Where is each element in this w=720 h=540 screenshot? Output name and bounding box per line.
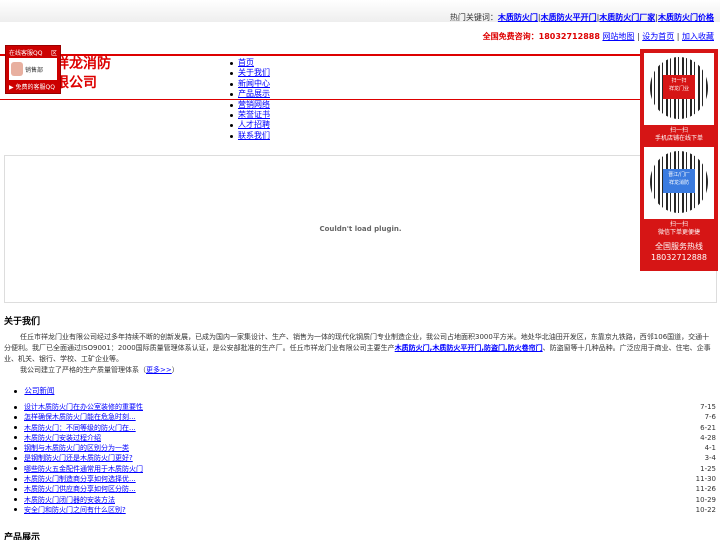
consult-phone: 18032712888 <box>538 32 600 41</box>
news-title-link[interactable]: 木质防火门：不同等级的防火门在... <box>14 423 136 433</box>
qr-center-label: 扫一扫 祥龙门业 <box>663 75 695 99</box>
qr-code-shop[interactable]: 扫一扫 祥龙门业 <box>644 53 714 125</box>
hotline-label: 全国服务热线 <box>655 242 703 251</box>
products-link[interactable]: 木质防火门,木质防火平开门,防盗门,防火卷帘门 <box>395 344 543 352</box>
news-date: 7-15 <box>700 403 716 411</box>
list-item: 木质防火门：不同等级的防火门在... 6-21 <box>14 423 718 433</box>
hot-keyword-link[interactable]: 木质防火平开门 <box>541 13 597 22</box>
news-heading-link[interactable]: 公司新闻 <box>24 386 54 395</box>
list-item: 怎样确保木质防火门能在危急时刻... 7-6 <box>14 412 718 422</box>
news-date: 11-26 <box>695 485 716 494</box>
avatar <box>11 62 23 76</box>
qr-center-label: 晋江/门厂 祥龙消防 <box>663 169 695 193</box>
qq-dept-label: 销售部 <box>25 66 44 74</box>
header-divider-bottom <box>0 99 640 100</box>
side-contact-panel: 扫一扫 祥龙门业 扫一扫 手机店铺在线下单 晋江/门厂 祥龙消防 扫一扫 微信下… <box>640 49 718 271</box>
nav-item-home[interactable]: 首页 <box>238 58 254 67</box>
news-title-link[interactable]: 哪些防火五金配件通常用于木质防火门 <box>14 464 143 474</box>
qq-footer[interactable]: ▶ 免费的客服QQ <box>6 80 60 93</box>
news-title-link[interactable]: 木质防火门制造商分享如何选择优... <box>14 474 136 484</box>
set-homepage-link[interactable]: 设为首页 <box>642 32 674 41</box>
list-item: 钢制与木质防火门的区别分为一类 4-1 <box>14 443 718 453</box>
qr1-caption-1: 扫一扫 <box>669 127 688 134</box>
qr-code-wechat[interactable]: 晋江/门厂 祥龙消防 <box>644 147 714 219</box>
qq-title: 在线客服QQ <box>9 50 43 57</box>
news-date: 11-30 <box>695 475 716 484</box>
nav-item-jobs[interactable]: 人才招聘 <box>238 120 270 129</box>
list-item: 木质防火门闭门器的安装方法 10-29 <box>14 495 718 505</box>
news-title-link[interactable]: 安全门和防火门之间有什么区别? <box>14 505 126 515</box>
news-title-link[interactable]: 木质防火门供应商分享如何区分防... <box>14 484 136 494</box>
plugin-message: Couldn't load plugin. <box>319 225 402 233</box>
nav-item-honors[interactable]: 荣誉证书 <box>238 110 270 119</box>
news-title-link[interactable]: 是钢制防火门还是木质防火门更好? <box>14 453 133 463</box>
qr2-caption-2: 微信下单更便捷 <box>657 229 700 236</box>
news-date: 4-28 <box>700 433 716 442</box>
nav-item-news[interactable]: 新闻中心 <box>238 79 270 88</box>
consult-label: 全国免费咨询： <box>482 32 539 41</box>
qr2-caption-1: 扫一扫 <box>669 221 688 228</box>
news-title-link[interactable]: 木质防火门闭门器的安装方法 <box>14 495 115 505</box>
news-date: 7-6 <box>704 413 716 422</box>
news-title-link[interactable]: 木质防火门安装过程介绍 <box>14 433 101 443</box>
nav-item-contact[interactable]: 联系我们 <box>238 131 270 140</box>
hot-keyword-link[interactable]: 木质防火门价格 <box>658 13 714 22</box>
plugin-placeholder: Couldn't load plugin. <box>4 155 717 303</box>
nav-item-about[interactable]: 关于我们 <box>238 68 270 77</box>
news-date: 4-1 <box>704 444 716 453</box>
news-title-link[interactable]: 怎样确保木质防火门能在危急时刻... <box>14 412 136 422</box>
products-heading: 产品展示 <box>4 533 41 540</box>
company-logo[interactable]: 祥龙消防 限公司 <box>55 55 111 93</box>
qq-sales-entry[interactable]: 销售部 <box>9 58 57 80</box>
hot-keyword-link[interactable]: 木质防火门厂家 <box>599 13 655 22</box>
hot-keyword-link[interactable]: 木质防火门 <box>498 13 538 22</box>
about-more-line: 我公司建立了严格的生产质量管理体系（更多>>） <box>20 366 179 374</box>
news-date: 3-4 <box>704 454 716 463</box>
hotline-phone: 18032712888 <box>651 253 707 262</box>
add-favorite-link[interactable]: 加入收藏 <box>682 32 714 41</box>
nav-item-network[interactable]: 营销网络 <box>238 100 270 109</box>
more-link[interactable]: 更多>> <box>146 366 172 374</box>
about-text: 任丘市祥龙门业有限公司经过多年持续不断的创新发展，已成为国内一家集设计、生产、销… <box>4 333 711 363</box>
news-list: 设计木质防火门在办公室装修的重要性 7-15 怎样确保木质防火门能在危急时刻...… <box>14 402 718 515</box>
list-item: 安全门和防火门之间有什么区别? 10-22 <box>14 505 718 515</box>
sitemap-link[interactable]: 网站地图 <box>602 32 634 41</box>
news-title-link[interactable]: 设计木质防火门在办公室装修的重要性 <box>14 402 143 412</box>
news-date: 1-25 <box>700 464 716 473</box>
nav-item-products[interactable]: 产品展示 <box>238 89 270 98</box>
logo-line2: 限公司 <box>55 75 97 91</box>
qq-service-widget: 在线客服QQ 区 销售部 ▶ 免费的客服QQ <box>5 45 61 94</box>
list-item: 木质防火门制造商分享如何选择优... 11-30 <box>14 474 718 484</box>
hot-keywords-label: 热门关键词： <box>449 13 498 22</box>
list-item: 设计木质防火门在办公室装修的重要性 7-15 <box>14 402 718 412</box>
news-date: 6-21 <box>700 423 716 432</box>
list-item: 木质防火门安装过程介绍 4-28 <box>14 433 718 443</box>
consult-bar: 全国免费咨询：18032712888 网站地图 | 设为首页 | 加入收藏 <box>482 32 714 41</box>
main-nav: 首页 关于我们 新闻中心 产品展示 营销网络 荣誉证书 人才招聘 联系我们 <box>228 58 270 141</box>
list-item: 是钢制防火门还是木质防火门更好? 3-4 <box>14 453 718 463</box>
qq-close-button[interactable]: 区 <box>51 48 57 57</box>
news-date: 10-22 <box>695 505 716 514</box>
news-heading: 公司新闻 <box>14 385 54 396</box>
about-heading: 关于我们 <box>4 317 41 327</box>
list-item: 哪些防火五金配件通常用于木质防火门 1-25 <box>14 464 718 474</box>
news-title-link[interactable]: 钢制与木质防火门的区别分为一类 <box>14 443 129 453</box>
list-item: 木质防火门供应商分享如何区分防... 11-26 <box>14 484 718 494</box>
news-date: 10-29 <box>695 495 716 504</box>
hot-keywords: 热门关键词：木质防火门|木质防火平开门|木质防火门厂家|木质防火门价格 <box>449 13 714 22</box>
qr1-caption-2: 手机店铺在线下单 <box>654 135 703 142</box>
logo-line1: 祥龙消防 <box>55 56 111 72</box>
